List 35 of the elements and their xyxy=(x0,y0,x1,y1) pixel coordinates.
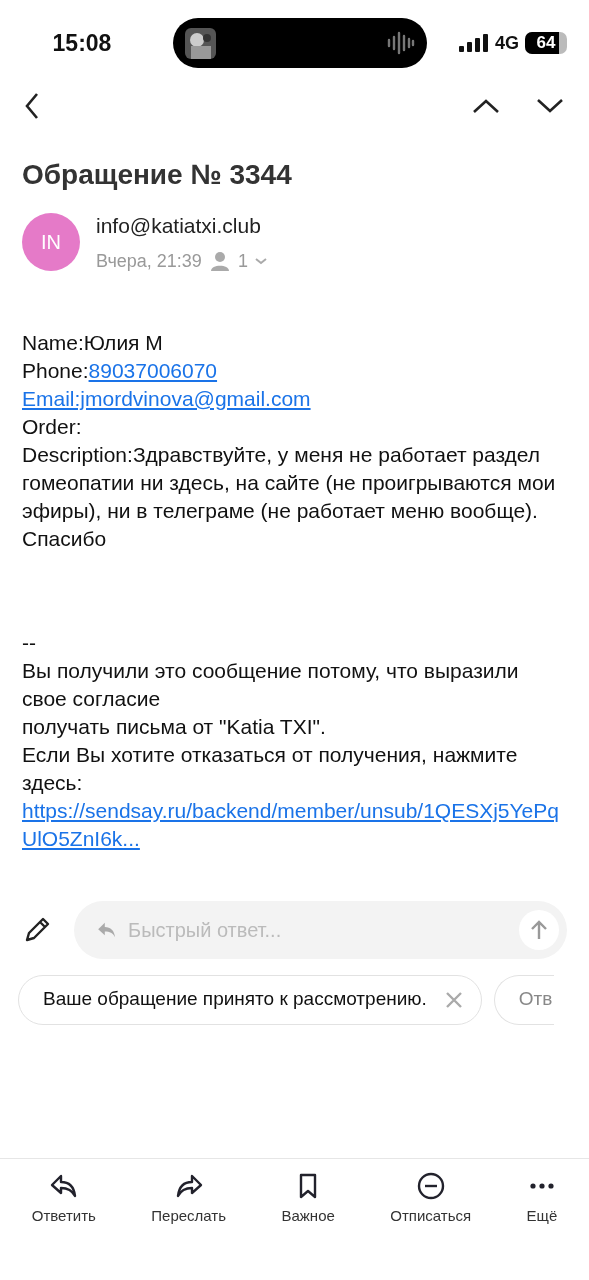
chevron-down-icon xyxy=(253,256,268,266)
phone-link[interactable]: 89037006070 xyxy=(88,358,218,382)
body-link[interactable]: https://sendsay.ru/backend/member/unsub/1QESXj5YePqUlO5ZnI6k... xyxy=(22,796,567,853)
network-label: 4G xyxy=(494,31,519,55)
body-text: Phone:89037006070 xyxy=(22,357,219,384)
sender-avatar: IN xyxy=(22,213,80,272)
body-text: Если Вы хотите отказаться от получения, нажмите здесь: xyxy=(22,741,519,796)
toolbar-button[interactable]: Ещё xyxy=(524,1171,560,1231)
quick-reply-bar[interactable]: Быстрый ответ... xyxy=(74,900,567,959)
body-text: Order: xyxy=(22,413,83,440)
email-subject: Обращение № 3344 xyxy=(21,158,293,192)
minus-circle-icon xyxy=(415,1171,446,1201)
body-link[interactable]: Email:jmordvinova@gmail.com xyxy=(22,384,567,413)
battery-icon: 64 xyxy=(525,32,567,54)
person-icon xyxy=(209,251,230,271)
status-time: 15:08 xyxy=(51,28,113,58)
toolbar-button[interactable]: Ответить xyxy=(29,1171,98,1231)
body-text: получать письма от "Katia TXI". xyxy=(22,713,327,740)
toolbar-button[interactable]: Переслать xyxy=(149,1171,229,1231)
send-button[interactable] xyxy=(519,909,559,950)
email-date: Вчера, 21:39 xyxy=(96,249,202,273)
body-text: -- xyxy=(22,629,37,656)
quick-reply-field[interactable]: Быстрый ответ... xyxy=(128,914,509,945)
waveform-icon xyxy=(387,31,416,55)
signal-icon xyxy=(458,34,489,52)
toolbar-button[interactable]: Важное xyxy=(279,1171,337,1231)
body-text: Description:Здравствуйте, у меня не работает раздел гомеопатии ни здесь, на сайте (не проигрываются мои эфиры), ни в телеграме (не работает меню вообще). Спасибо xyxy=(22,441,557,552)
sender-email: info@katiatxi.club xyxy=(96,213,262,239)
suggestion-chip[interactable]: Ваше обращение принято к рассмотрению. xyxy=(18,974,482,1025)
more-icon xyxy=(527,1183,556,1189)
toolbar-button[interactable]: Отписаться xyxy=(388,1171,474,1231)
body-text: Name:Юлия М xyxy=(22,329,164,356)
chevron-up-icon xyxy=(471,97,501,115)
chevron-down-icon xyxy=(535,97,565,115)
arrow-up-icon xyxy=(529,918,549,941)
